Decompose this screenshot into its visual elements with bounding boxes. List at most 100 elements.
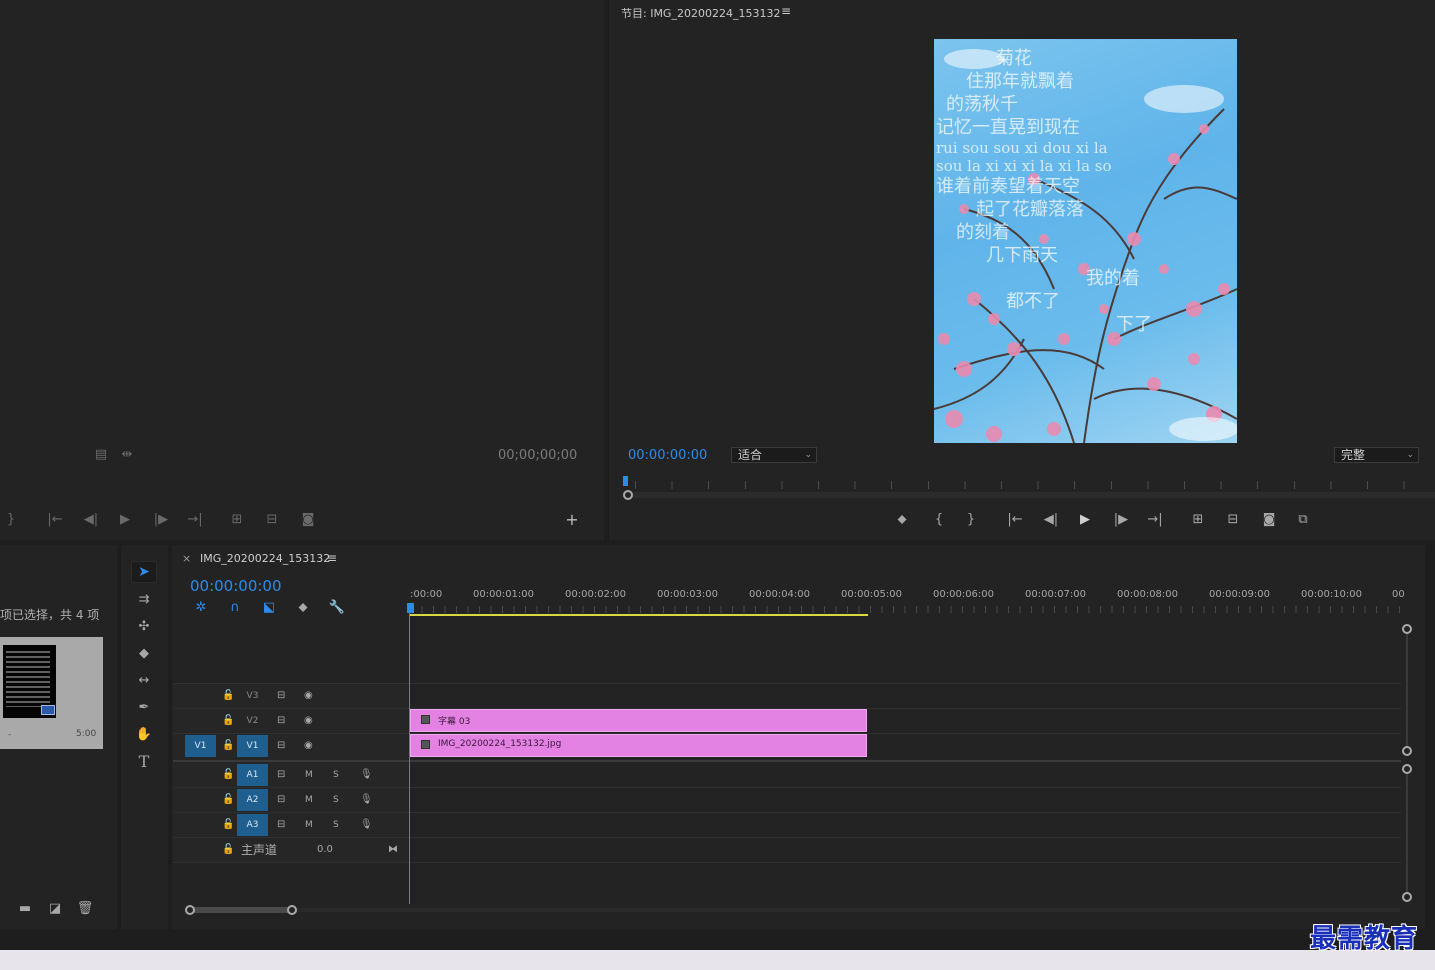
sync-lock-icon[interactable]: ⊟ <box>277 734 285 758</box>
eye-icon[interactable]: ◉ <box>304 709 313 733</box>
play-icon[interactable]: ▶ <box>116 512 134 528</box>
wrench-icon[interactable]: 🔧 <box>328 600 346 616</box>
mute-button[interactable]: M <box>305 763 313 787</box>
program-scrubber[interactable] <box>623 476 1435 500</box>
solo-button[interactable]: S <box>333 763 339 787</box>
camera-icon[interactable]: ◙ <box>299 512 317 528</box>
sync-lock-icon[interactable]: ⊟ <box>277 813 285 837</box>
sequence-tab[interactable]: IMG_20200224_153132 <box>200 552 330 565</box>
insert-icon[interactable]: ⇹ <box>118 447 136 463</box>
sync-lock-icon[interactable]: ⊟ <box>277 684 285 708</box>
razor-tool-icon[interactable]: ◆ <box>135 646 153 662</box>
selection-tool-icon[interactable]: ➤ <box>131 561 157 583</box>
track-a1-label[interactable]: A1 <box>237 764 268 786</box>
scrollbar-thumb[interactable] <box>190 907 292 913</box>
solo-button[interactable]: S <box>333 813 339 837</box>
comparison-view-icon[interactable]: ⧉ <box>1294 512 1312 528</box>
audio-vertical-scrollbar[interactable] <box>1402 764 1412 902</box>
scrubber-start-knob[interactable] <box>623 490 633 500</box>
scroll-knob[interactable] <box>287 905 297 915</box>
title-clip[interactable]: 字幕 03 <box>410 709 867 732</box>
lock-icon[interactable]: 🔓 <box>222 734 234 758</box>
lock-icon[interactable]: 🔓 <box>222 838 234 862</box>
new-item-icon[interactable]: ◪ <box>46 901 64 917</box>
mute-button[interactable]: M <box>305 788 313 812</box>
track-v3-label[interactable]: V3 <box>237 685 268 707</box>
add-button-icon[interactable]: + <box>563 512 581 528</box>
mark-in-icon[interactable]: { <box>930 512 948 528</box>
timeline-timecode[interactable]: 00:00:00:00 <box>190 577 282 595</box>
export-frame-icon[interactable]: ▤ <box>92 447 110 463</box>
image-clip[interactable]: IMG_20200224_153132.jpg <box>410 734 867 757</box>
hamburger-icon[interactable]: ≡ <box>327 551 337 565</box>
trash-icon[interactable]: 🗑 <box>76 901 94 917</box>
project-item-thumbnail[interactable]: - 5:00 <box>0 637 103 749</box>
timeline-zoom-scrollbar[interactable] <box>185 904 1400 916</box>
linked-selection-icon[interactable]: ⬕ <box>260 600 278 616</box>
scroll-knob[interactable] <box>1402 764 1412 774</box>
lift-icon[interactable]: ⊞ <box>1189 512 1207 528</box>
insert-clip-icon[interactable]: ⊞ <box>228 512 246 528</box>
go-to-in-icon[interactable]: |← <box>46 512 64 528</box>
master-volume-value[interactable]: 0.0 <box>317 838 333 862</box>
fit-select[interactable]: 适合 ⌄ <box>731 447 817 463</box>
microphone-icon[interactable]: 🎙 <box>360 788 373 812</box>
playhead-marker[interactable] <box>623 476 628 486</box>
eye-icon[interactable]: ◉ <box>304 684 313 708</box>
track-a2-label[interactable]: A2 <box>237 789 268 811</box>
nest-icon[interactable]: ✲ <box>192 600 210 616</box>
work-area-bar[interactable] <box>410 614 868 616</box>
track-a3-label[interactable]: A3 <box>237 814 268 836</box>
close-icon[interactable]: × <box>182 552 191 565</box>
microphone-icon[interactable]: 🎙 <box>360 763 373 787</box>
scroll-knob[interactable] <box>185 905 195 915</box>
go-to-end-icon[interactable]: ⧓ <box>388 838 398 862</box>
lock-icon[interactable]: 🔓 <box>222 709 234 733</box>
folder-icon[interactable]: ▬ <box>16 901 34 917</box>
microphone-icon[interactable]: 🎙 <box>360 813 373 837</box>
scroll-knob[interactable] <box>1402 746 1412 756</box>
track-select-tool-icon[interactable]: ⇉ <box>135 592 153 608</box>
step-back-icon[interactable]: ◀| <box>82 512 100 528</box>
sync-lock-icon[interactable]: ⊟ <box>277 763 285 787</box>
source-patch-v1[interactable]: V1 <box>185 735 216 757</box>
add-marker-icon[interactable]: ⬥ <box>893 512 911 528</box>
scroll-knob[interactable] <box>1402 624 1412 634</box>
camera-icon[interactable]: ◙ <box>1260 512 1278 528</box>
step-forward-icon[interactable]: |▶ <box>152 512 170 528</box>
sync-lock-icon[interactable]: ⊟ <box>277 709 285 733</box>
snap-magnet-icon[interactable]: ∩ <box>226 600 244 616</box>
track-v1-label[interactable]: V1 <box>237 735 268 757</box>
sync-lock-icon[interactable]: ⊟ <box>277 788 285 812</box>
type-tool-icon[interactable]: T <box>135 754 153 770</box>
go-to-in-icon[interactable]: |← <box>1006 512 1024 528</box>
go-to-out-icon[interactable]: →| <box>186 512 204 528</box>
extract-icon[interactable]: ⊟ <box>1224 512 1242 528</box>
pen-tool-icon[interactable]: ✒ <box>135 700 153 716</box>
program-monitor-title[interactable]: 节目: IMG_20200224_153132 <box>621 5 780 21</box>
source-timecode[interactable]: 00;00;00;00 <box>498 448 577 463</box>
video-vertical-scrollbar[interactable] <box>1402 624 1412 756</box>
solo-button[interactable]: S <box>333 788 339 812</box>
add-marker-icon[interactable]: ⬥ <box>294 600 312 616</box>
lock-icon[interactable]: 🔓 <box>222 788 234 812</box>
mark-out-icon[interactable]: } <box>2 512 20 528</box>
go-to-out-icon[interactable]: →| <box>1146 512 1164 528</box>
mute-button[interactable]: M <box>305 813 313 837</box>
play-icon[interactable]: ▶ <box>1076 512 1094 528</box>
lock-icon[interactable]: 🔓 <box>222 684 234 708</box>
hand-tool-icon[interactable]: ✋ <box>135 727 153 743</box>
mark-out-icon[interactable]: } <box>962 512 980 528</box>
hamburger-icon[interactable]: ≡ <box>781 4 791 18</box>
lock-icon[interactable]: 🔓 <box>222 813 234 837</box>
overwrite-clip-icon[interactable]: ⊟ <box>263 512 281 528</box>
step-back-icon[interactable]: ◀| <box>1042 512 1060 528</box>
track-v2-label[interactable]: V2 <box>237 710 268 732</box>
step-forward-icon[interactable]: |▶ <box>1112 512 1130 528</box>
eye-icon[interactable]: ◉ <box>304 734 313 758</box>
timeline-playhead-line[interactable] <box>409 612 410 904</box>
scroll-knob[interactable] <box>1402 892 1412 902</box>
program-timecode[interactable]: 00:00:00:00 <box>628 448 707 463</box>
lock-icon[interactable]: 🔓 <box>222 763 234 787</box>
quality-select[interactable]: 完整 ⌄ <box>1334 447 1419 463</box>
